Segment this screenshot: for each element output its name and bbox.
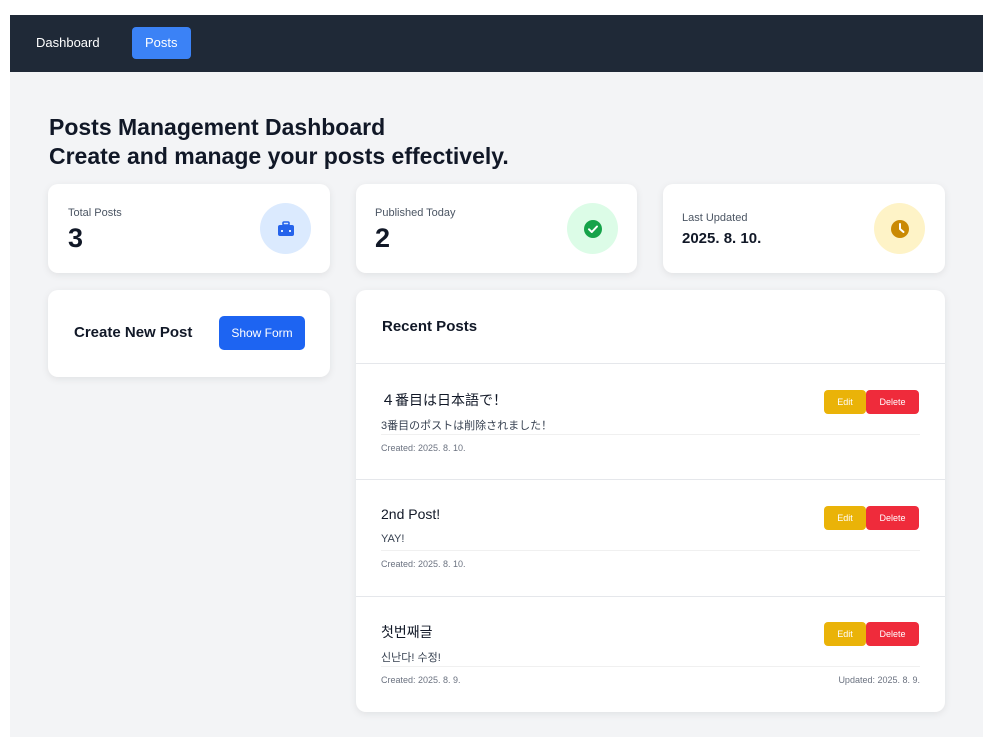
post-created: Created: 2025. 8. 10. [381, 443, 466, 453]
briefcase-icon [260, 203, 311, 254]
post-title: 2nd Post! [381, 506, 441, 522]
edit-button[interactable]: Edit [824, 622, 866, 646]
nav-dashboard-link[interactable]: Dashboard [23, 27, 113, 59]
stat-card-last-updated: Last Updated 2025. 8. 10. [663, 184, 945, 273]
edit-button[interactable]: Edit [824, 506, 866, 530]
post-created: Created: 2025. 8. 10. [381, 559, 466, 569]
post-body: 3番目のポストは削除されました！ [381, 420, 553, 432]
delete-button[interactable]: Delete [866, 622, 919, 646]
stat-updated-value: 2025. 8. 10. [682, 230, 762, 247]
post-divider [381, 434, 920, 435]
post-title: ４番目は日本語で！ [381, 392, 507, 408]
stat-total-label: Total Posts [68, 207, 122, 219]
nav-posts-link[interactable]: Posts [132, 27, 191, 59]
app-frame: Dashboard Posts Posts Management Dashboa… [10, 15, 983, 737]
post-title: 첫번째글 [381, 624, 433, 640]
post-created: Created: 2025. 8. 9. [381, 675, 461, 685]
recent-posts-card: Recent Posts ４番目は日本語で！ 3番目のポストは削除されました！ … [356, 290, 945, 712]
top-navbar: Dashboard Posts [10, 15, 983, 72]
post-divider [381, 550, 920, 551]
stat-published-label: Published Today [375, 207, 456, 219]
check-circle-icon [567, 203, 618, 254]
stat-published-value: 2 [375, 223, 391, 253]
post-body: 신난다! 수정! [381, 652, 441, 664]
post-divider [381, 666, 920, 667]
recent-posts-title: Recent Posts [382, 318, 478, 335]
stat-card-published-today: Published Today 2 [356, 184, 637, 273]
page-subtitle: Create and manage your posts effectively… [49, 143, 509, 169]
stat-card-total-posts: Total Posts 3 [48, 184, 330, 273]
post-updated: Updated: 2025. 8. 9. [838, 675, 920, 685]
show-form-button[interactable]: Show Form [219, 316, 305, 350]
delete-button[interactable]: Delete [866, 506, 919, 530]
list-item: ４番目は日本語で！ 3番目のポストは削除されました！ Created: 2025… [356, 364, 945, 480]
page-heading: Posts Management Dashboard Create and ma… [49, 113, 509, 171]
delete-button[interactable]: Delete [866, 390, 919, 414]
create-post-title: Create New Post [74, 324, 193, 341]
stat-total-value: 3 [68, 223, 84, 253]
stat-updated-label: Last Updated [682, 212, 748, 224]
list-item: 첫번째글 신난다! 수정! Created: 2025. 8. 9. Updat… [356, 596, 945, 712]
create-post-card: Create New Post Show Form [48, 290, 330, 377]
list-item: 2nd Post! YAY! Created: 2025. 8. 10. Edi… [356, 480, 945, 596]
post-body: YAY! [381, 533, 405, 545]
page-title: Posts Management Dashboard [49, 114, 386, 140]
edit-button[interactable]: Edit [824, 390, 866, 414]
clock-icon [874, 203, 925, 254]
